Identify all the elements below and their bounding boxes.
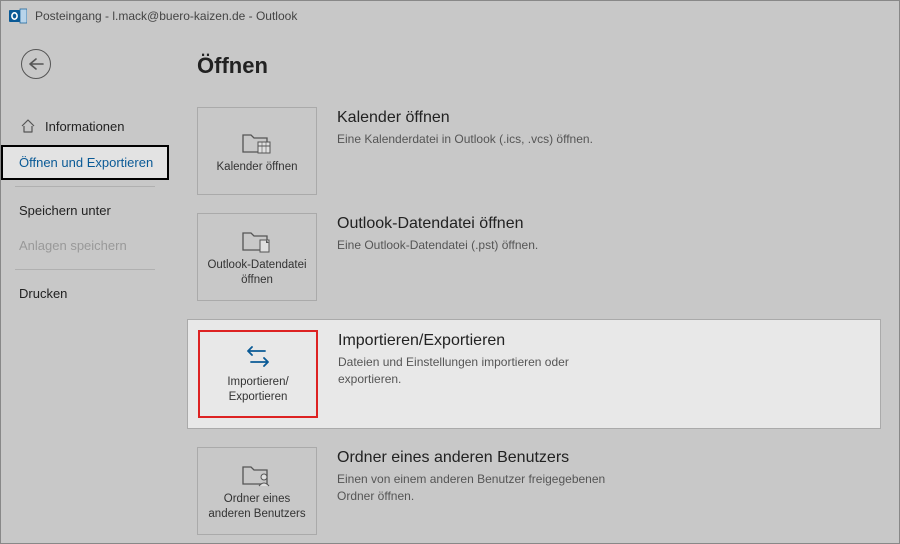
option-title: Kalender öffnen: [337, 109, 871, 127]
option-row-open-calendar: Kalender öffnen Kalender öffnen Eine Kal…: [197, 107, 871, 195]
tile-label: Outlook-Datendatei öffnen: [202, 258, 312, 288]
title-bar: Posteingang - l.mack@buero-kaizen.de - O…: [1, 1, 899, 31]
sidebar-item-drucken[interactable]: Drucken: [1, 276, 169, 311]
option-title: Importieren/Exportieren: [338, 332, 870, 350]
tile-open-calendar[interactable]: Kalender öffnen: [197, 107, 317, 195]
option-row-other-user-folder: Ordner eines anderen Benutzers Ordner ei…: [197, 447, 871, 535]
option-row-open-datafile: Outlook-Datendatei öffnen Outlook-Datend…: [197, 213, 871, 301]
import-export-icon: [241, 343, 275, 371]
backstage-sidebar: Informationen Öffnen und Exportieren Spe…: [1, 31, 169, 543]
tile-label: Ordner eines anderen Benutzers: [202, 492, 312, 522]
sidebar-divider: [15, 186, 155, 187]
tile-other-user-folder[interactable]: Ordner eines anderen Benutzers: [197, 447, 317, 535]
tile-import-export[interactable]: Importieren/ Exportieren: [198, 330, 318, 418]
folder-datafile-icon: [240, 226, 274, 254]
page-title: Öffnen: [197, 53, 871, 79]
sidebar-item-informationen[interactable]: Informationen: [1, 107, 169, 145]
sidebar-divider: [15, 269, 155, 270]
option-title: Outlook-Datendatei öffnen: [337, 215, 871, 233]
content-area: Öffnen Kalender öffnen Kalender öffnen: [169, 31, 899, 543]
sidebar-item-oeffnen-exportieren[interactable]: Öffnen und Exportieren: [1, 145, 169, 180]
sidebar-item-label: Speichern unter: [19, 203, 111, 218]
option-title: Ordner eines anderen Benutzers: [337, 449, 871, 467]
home-icon: [19, 117, 37, 135]
sidebar-item-label: Anlagen speichern: [19, 238, 127, 253]
back-button[interactable]: [21, 49, 51, 79]
option-description: Einen von einem anderen Benutzer freigeg…: [337, 471, 617, 505]
option-description: Eine Outlook-Datendatei (.pst) öffnen.: [337, 237, 617, 254]
window-title: Posteingang - l.mack@buero-kaizen.de - O…: [35, 9, 297, 23]
folder-user-icon: [240, 460, 274, 488]
outlook-icon: [9, 7, 27, 25]
tile-open-datafile[interactable]: Outlook-Datendatei öffnen: [197, 213, 317, 301]
sidebar-item-label: Öffnen und Exportieren: [19, 155, 153, 170]
tile-label: Kalender öffnen: [217, 160, 298, 175]
folder-calendar-icon: [240, 128, 274, 156]
sidebar-item-label: Drucken: [19, 286, 67, 301]
option-description: Eine Kalenderdatei in Outlook (.ics, .vc…: [337, 131, 617, 148]
sidebar-item-speichern-unter[interactable]: Speichern unter: [1, 193, 169, 228]
tile-label: Importieren/ Exportieren: [227, 375, 288, 405]
sidebar-item-anlagen-speichern: Anlagen speichern: [1, 228, 169, 263]
sidebar-item-label: Informationen: [45, 119, 125, 134]
arrow-left-icon: [28, 57, 44, 71]
option-row-import-export: Importieren/ Exportieren Importieren/Exp…: [187, 319, 881, 429]
option-description: Dateien und Einstellungen importieren od…: [338, 354, 618, 388]
